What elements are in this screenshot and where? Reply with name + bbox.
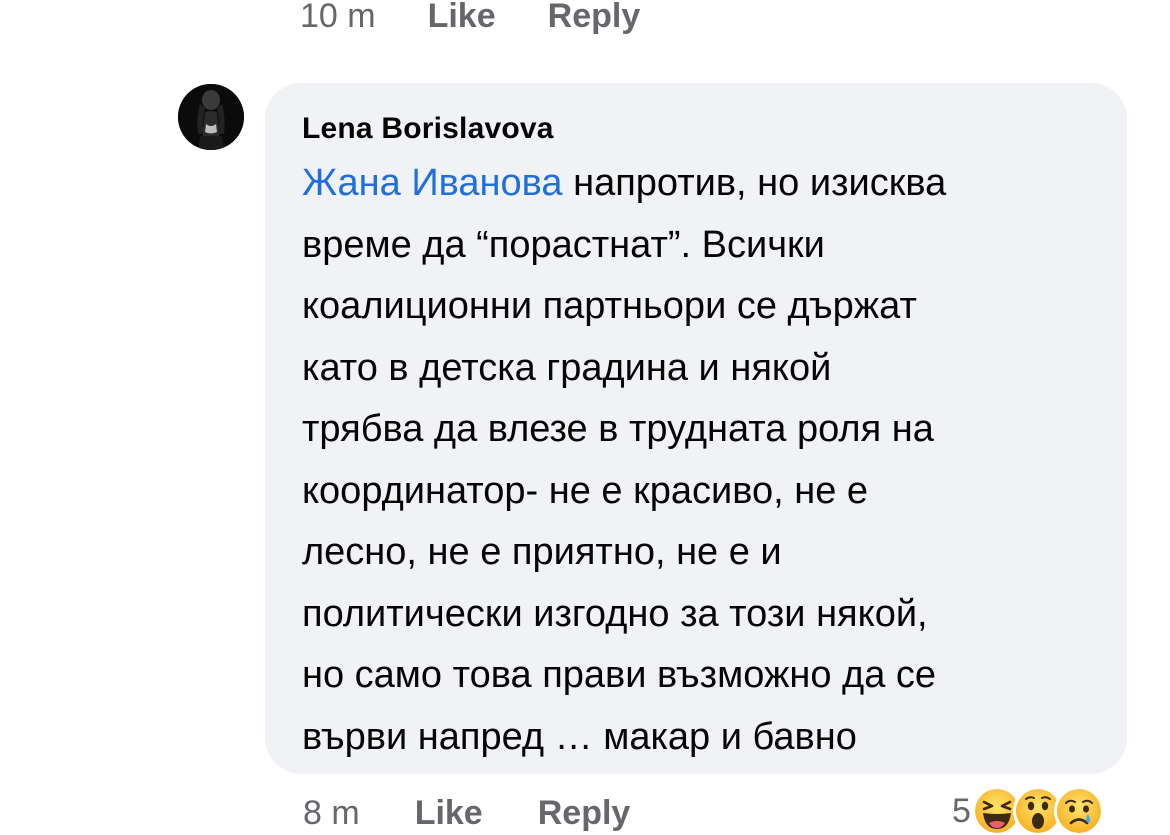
reply-button[interactable]: Reply (538, 794, 631, 833)
previous-comment-timestamp[interactable]: 10 m (300, 0, 376, 36)
sad-icon (1053, 786, 1104, 835)
mention-link[interactable]: Жана Иванова (302, 162, 563, 204)
comment-text: Жана Иванова напротив, но изисква време д… (302, 153, 1102, 768)
previous-comment-like-button[interactable]: Like (428, 0, 496, 36)
previous-comment-actions: 10 m Like Reply (300, 0, 692, 38)
comment-actions: 8 m Like Reply (303, 790, 685, 835)
comment-timestamp[interactable]: 8 m (303, 794, 360, 833)
avatar-photo (178, 84, 244, 150)
comment-line: координатор- не е красиво, не е (302, 469, 869, 512)
comment-author[interactable]: Lena Borislavova (302, 109, 1097, 149)
comment-line: време да “порастнат”. Всички (302, 223, 825, 266)
comment-line: напротив, но изисква (562, 162, 947, 204)
comment-line: политически изгодно за този някой, (302, 592, 928, 635)
comment-line: коалиционни партньори се държат (302, 285, 917, 327)
comment-line: върви напред … макар и бавно (302, 715, 857, 758)
comment-line: лесно, не е приятно, не е и (302, 531, 782, 573)
reactions-summary[interactable]: 5 (952, 786, 1104, 835)
previous-comment-reply-button[interactable]: Reply (548, 0, 641, 36)
comment-thread: 10 m Like Reply Lena Borislavova Жана Ив… (0, 0, 1170, 835)
reaction-count[interactable]: 5 (952, 792, 971, 831)
comment-bubble: Lena Borislavova Жана Иванова напротив, … (265, 83, 1127, 774)
like-button[interactable]: Like (415, 794, 483, 833)
avatar[interactable] (178, 84, 244, 150)
comment-line: като в детска градина и някой (302, 346, 832, 389)
comment-line: трябва да влезе в трудната роля на (302, 408, 934, 450)
comment-line: но само това прави възможно да се (302, 654, 937, 696)
